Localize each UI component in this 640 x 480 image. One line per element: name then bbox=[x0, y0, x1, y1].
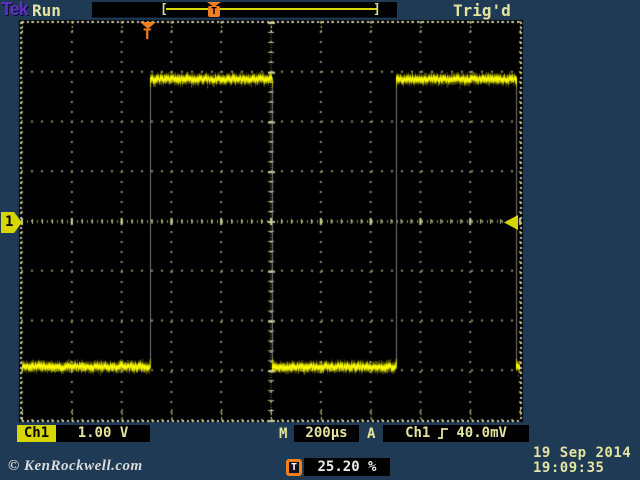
trigger-source: Ch1 bbox=[405, 425, 431, 441]
acquisition-status: Run bbox=[32, 1, 61, 20]
trigger-t-icon: T bbox=[208, 6, 220, 17]
trigger-position-readout: 25.20 % bbox=[304, 458, 390, 476]
channel-1-badge: Ch1 bbox=[17, 425, 56, 442]
trigger-status: Trig'd bbox=[453, 1, 511, 20]
graticule-and-waveform-canvas bbox=[0, 0, 640, 480]
datetime-readout: 19 Sep 2014 19:09:35 bbox=[533, 446, 631, 476]
trigger-position-icon: T bbox=[286, 459, 302, 476]
trigger-readout: Ch1 40.0mV bbox=[383, 425, 529, 442]
record-trigger-position-marker: T bbox=[206, 2, 222, 17]
record-position-bar: [ ] T bbox=[92, 2, 397, 18]
trigger-a-label: A bbox=[367, 426, 376, 442]
tek-logo: Tek bbox=[1, 0, 29, 19]
trigger-level-value: 40.0mV bbox=[456, 425, 507, 441]
rising-edge-icon bbox=[438, 428, 449, 439]
record-length-line bbox=[166, 8, 378, 10]
channel-1-scale-readout: 1.00 V bbox=[56, 425, 150, 442]
timebase-readout: 200µs bbox=[294, 425, 359, 442]
record-window-right-bracket: ] bbox=[373, 2, 381, 17]
time-readout: 19:09:35 bbox=[533, 460, 605, 476]
oscilloscope-screen: Tek Run [ ] T Trig'd T 1 Ch1 1.00 V M 20… bbox=[0, 0, 640, 480]
trigger-time-marker: T bbox=[143, 27, 152, 43]
date-readout: 19 Sep 2014 bbox=[533, 445, 632, 461]
watermark: © KenRockwell.com bbox=[8, 458, 143, 474]
main-timebase-label: M bbox=[279, 426, 288, 442]
